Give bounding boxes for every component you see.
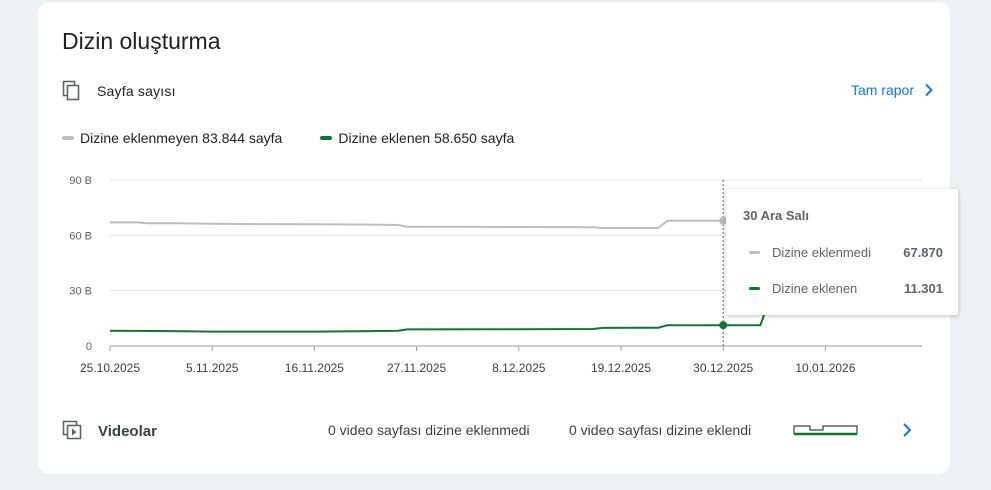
- y-tick-label: 90 B: [69, 175, 92, 187]
- videos-not-indexed: 0 video sayfası dizine eklenmedi: [328, 422, 530, 438]
- x-tick-label: 10.01.2026: [795, 361, 855, 375]
- tooltip-date: 30 Ara Salı: [743, 208, 810, 223]
- chevron-right-icon[interactable]: [902, 422, 912, 438]
- tooltip-row-indexed: Dizine eklenen 11.301: [749, 281, 943, 296]
- x-axis: 25.10.2025 5.11.2025 16.11.2025 27.11.2025 8…: [80, 346, 856, 375]
- videos-label: Videolar: [98, 423, 157, 440]
- y-tick-label: 60 B: [69, 230, 92, 242]
- hover-point-indexed: [719, 321, 728, 330]
- tooltip-swatch-not-indexed: [749, 251, 760, 254]
- x-tick-label: 27.11.2025: [387, 361, 446, 375]
- chart-tooltip: 30 Ara Salı Dizine eklenmedi 67.870 Dizi…: [726, 189, 958, 315]
- x-tick-label: 5.11.2025: [186, 361, 239, 375]
- tooltip-value-indexed: 11.301: [903, 281, 943, 296]
- x-tick-label: 30.12.2025: [693, 361, 753, 375]
- tooltip-row-not-indexed: Dizine eklenmedi 67.870: [749, 245, 943, 260]
- videos-sparkline: [793, 425, 858, 436]
- video-library-icon: [62, 420, 82, 440]
- videos-indexed: 0 video sayfası dizine eklendi: [569, 422, 752, 438]
- x-tick-label: 16.11.2025: [285, 361, 344, 375]
- tooltip-swatch-indexed: [749, 287, 760, 290]
- videos-row[interactable]: Videolar 0 video sayfası dizine eklenmed…: [62, 418, 934, 446]
- x-tick-label: 8.12.2025: [492, 361, 546, 375]
- x-tick-label: 25.10.2025: [80, 361, 140, 375]
- y-tick-label: 30 B: [69, 286, 92, 298]
- x-tick-label: 19.12.2025: [591, 361, 651, 375]
- tooltip-label-indexed: Dizine eklenen: [772, 281, 858, 296]
- tooltip-value-not-indexed: 67.870: [903, 245, 943, 260]
- y-tick-label: 0: [86, 341, 92, 353]
- tooltip-label-not-indexed: Dizine eklenmedi: [772, 245, 871, 260]
